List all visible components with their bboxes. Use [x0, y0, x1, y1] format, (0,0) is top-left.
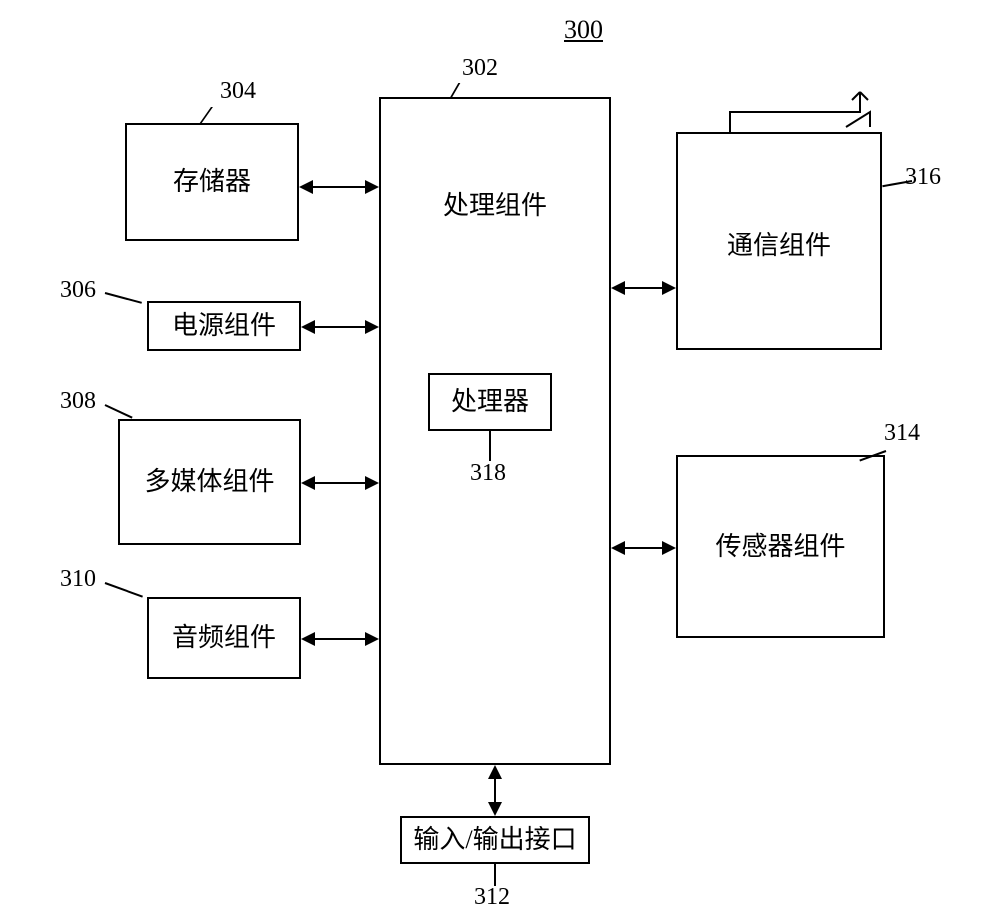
- diagram-title: 300: [564, 15, 603, 45]
- leader-310: [105, 582, 143, 598]
- leader-318: [489, 431, 491, 461]
- arrowhead-proc-from-audio: [365, 632, 379, 646]
- ref-308: 308: [60, 388, 96, 415]
- arrow-io-proc: [494, 779, 496, 802]
- arrow-mm-proc: [315, 482, 365, 484]
- arrowhead-audio: [301, 632, 315, 646]
- arrowhead-io: [488, 802, 502, 816]
- leader-306: [105, 292, 142, 304]
- processor-box: 处理器: [428, 373, 552, 431]
- leader-312: [494, 864, 496, 886]
- antenna-icon: [700, 82, 900, 142]
- arrowhead-comm: [662, 281, 676, 295]
- arrow-comm-proc: [625, 287, 662, 289]
- processing-component-label: 处理组件: [381, 189, 609, 223]
- leader-308: [105, 404, 133, 418]
- ref-310: 310: [60, 566, 96, 593]
- audio-label: 音频组件: [172, 621, 276, 655]
- multimedia-label: 多媒体组件: [144, 465, 274, 499]
- arrowhead-proc-from-io: [488, 765, 502, 779]
- arrowhead-proc-from-mm: [365, 476, 379, 490]
- arrowhead-proc-from-power: [365, 320, 379, 334]
- ref-302: 302: [462, 55, 498, 82]
- power-box: 电源组件: [147, 301, 301, 351]
- ref-312: 312: [474, 884, 510, 911]
- arrow-power-proc: [315, 326, 365, 328]
- leader-302: [450, 83, 461, 98]
- arrowhead-proc-from-memory: [365, 180, 379, 194]
- io-label: 输入/输出接口: [413, 823, 576, 857]
- sensor-label: 传感器组件: [715, 530, 845, 564]
- audio-box: 音频组件: [147, 597, 301, 679]
- arrow-sensor-proc: [625, 547, 662, 549]
- arrowhead-power: [301, 320, 315, 334]
- arrowhead-sensor: [662, 541, 676, 555]
- arrowhead-proc-from-sensor: [611, 541, 625, 555]
- ref-314: 314: [884, 420, 920, 447]
- multimedia-box: 多媒体组件: [118, 419, 301, 545]
- comm-label: 通信组件: [678, 229, 880, 263]
- sensor-box: 传感器组件: [676, 455, 885, 638]
- arrow-memory-proc: [313, 186, 365, 188]
- ref-318: 318: [470, 460, 506, 487]
- comm-box: 通信组件: [676, 132, 882, 350]
- arrowhead-proc-from-comm: [611, 281, 625, 295]
- ref-316: 316: [905, 164, 941, 191]
- power-label: 电源组件: [172, 309, 276, 343]
- processor-label: 处理器: [451, 385, 529, 419]
- arrowhead-mm: [301, 476, 315, 490]
- arrow-audio-proc: [315, 638, 365, 640]
- arrowhead-memory: [299, 180, 313, 194]
- leader-304: [199, 107, 213, 124]
- memory-box: 存储器: [125, 123, 299, 241]
- ref-306: 306: [60, 277, 96, 304]
- memory-label: 存储器: [173, 165, 251, 199]
- ref-304: 304: [220, 78, 256, 105]
- diagram-canvas: 300 处理组件 302 处理器 318 存储器 304 电源组件 306 多媒…: [0, 0, 1000, 916]
- processing-component-box: 处理组件: [379, 97, 611, 765]
- io-box: 输入/输出接口: [400, 816, 590, 864]
